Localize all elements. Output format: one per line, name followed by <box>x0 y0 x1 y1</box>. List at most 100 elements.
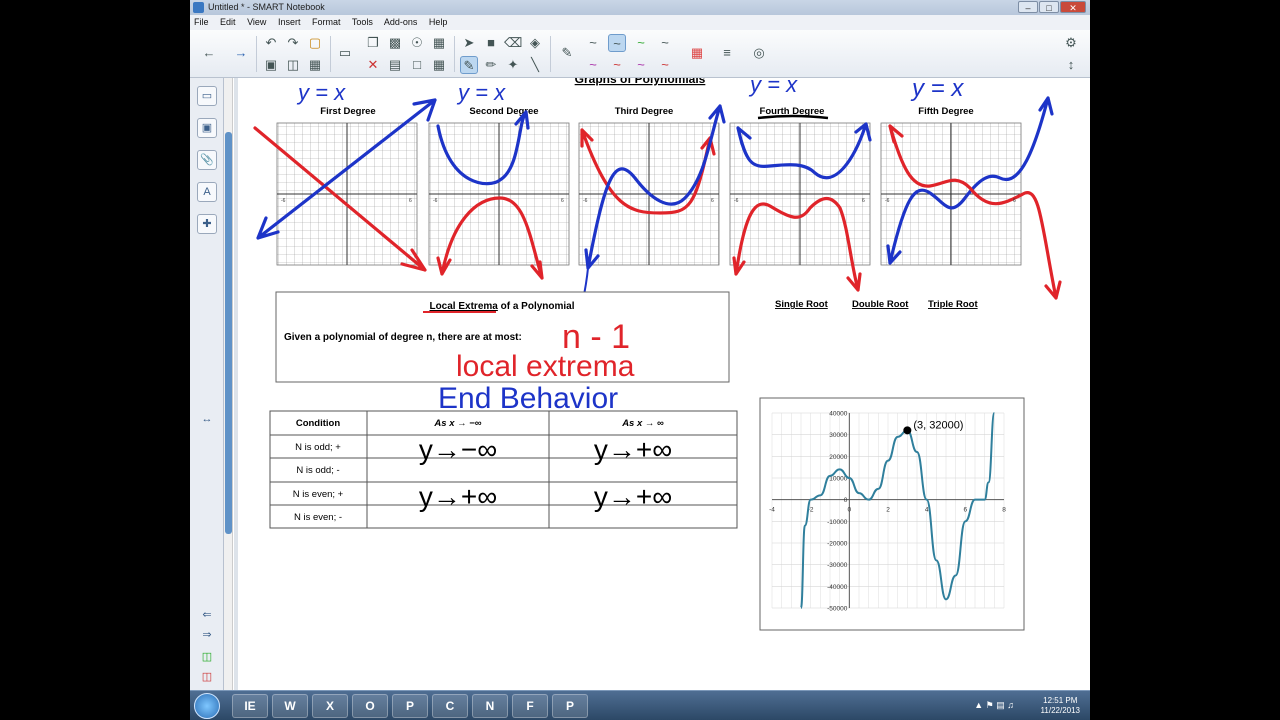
pen-style-2-icon[interactable]: ~ <box>608 34 626 52</box>
taskbar-app-printer[interactable]: P <box>552 694 588 718</box>
handwritten-y-eq-x-2: y = x <box>456 80 506 105</box>
taskbar-app-outlook[interactable]: O <box>352 694 388 718</box>
creative-pen-icon[interactable]: ✏ <box>482 56 500 74</box>
menu-addons[interactable]: Add-ons <box>384 17 418 27</box>
row-condition: N is even; - <box>294 512 342 523</box>
add-page-icon[interactable]: ◫ <box>284 56 302 74</box>
toolbar-move-icon[interactable]: ↕ <box>1062 56 1080 74</box>
pen-style-6-icon[interactable]: ~ <box>608 56 626 74</box>
taskbar-app-chrome[interactable]: C <box>432 694 468 718</box>
tick-right: 6 <box>711 198 714 204</box>
clock[interactable]: 12:51 PM 11/22/2013 <box>1041 696 1080 716</box>
label-first-degree: First Degree <box>320 106 375 117</box>
forward-arrow-icon[interactable]: → <box>232 44 250 62</box>
grid-icon[interactable]: ▦ <box>430 56 448 74</box>
toolbar: ← → ↶ ↷ ▢ ▣ ◫ ▦ ▭ ❐ ▩ ☉ ▦ ✕ ▤ □ ▦ ➤ ■ ⌫ … <box>190 30 1090 78</box>
properties-icon[interactable]: ▤ <box>386 56 404 74</box>
pen-style-7-icon[interactable]: ~ <box>632 56 650 74</box>
maximize-button[interactable]: □ <box>1039 1 1059 13</box>
chart-y-tick-label: 0 <box>844 497 848 504</box>
table-icon[interactable]: ▦ <box>430 34 448 52</box>
redo-icon[interactable]: ↷ <box>284 34 302 52</box>
menu-view[interactable]: View <box>247 17 266 27</box>
taskbar-app-powerpoint[interactable]: P <box>392 694 428 718</box>
svg-text:Local Extrema of a Polynomial: Local Extrema of a Polynomial <box>429 301 574 312</box>
fullscreen-icon[interactable]: □ <box>408 56 426 74</box>
pen-style-3-icon[interactable]: ~ <box>632 34 650 52</box>
pen-icon[interactable]: ✎ <box>460 56 478 74</box>
tick-right: 6 <box>1013 198 1016 204</box>
label-triple-root: Triple Root <box>928 299 978 310</box>
magic-pen-icon[interactable]: ✦ <box>504 56 522 74</box>
start-button[interactable] <box>194 693 220 719</box>
capture-icon[interactable]: ☉ <box>408 34 426 52</box>
clock-date: 11/22/2013 <box>1040 706 1080 715</box>
copy-icon[interactable]: ❐ <box>364 34 382 52</box>
eraser-icon[interactable]: ⌫ <box>504 34 522 52</box>
extrema-heading-underlined: Local Extrema <box>429 301 498 312</box>
chart-x-tick-label: 4 <box>925 507 929 514</box>
back-arrow-icon[interactable]: ← <box>200 44 218 62</box>
menu-tools[interactable]: Tools <box>352 17 373 27</box>
minimize-button[interactable]: – <box>1018 1 1038 13</box>
header-condition: Condition <box>296 418 341 429</box>
line-width-icon[interactable]: ≡ <box>718 44 736 62</box>
menu-format[interactable]: Format <box>312 17 341 27</box>
shapes-icon[interactable]: ■ <box>482 34 500 52</box>
paste-icon[interactable]: ▦ <box>306 56 324 74</box>
chart-x-tick-label: 0 <box>848 507 852 514</box>
pen-style-1-icon[interactable]: ~ <box>584 34 602 52</box>
tick-left: -6 <box>734 198 739 204</box>
fill-effects-icon[interactable]: ◎ <box>750 44 768 62</box>
tick-right: 6 <box>862 198 865 204</box>
pen-style-8-icon[interactable]: ~ <box>656 56 674 74</box>
chart-y-tick-label: -50000 <box>827 606 848 613</box>
taskbar-app-excel[interactable]: X <box>312 694 348 718</box>
menu-help[interactable]: Help <box>429 17 448 27</box>
taskbar-app-notebook[interactable]: N <box>472 694 508 718</box>
system-tray[interactable]: ▲ ⚑ ▤ ♫ <box>974 700 1014 711</box>
handwritten-y-eq-x-4: y = x <box>910 78 964 102</box>
undo-icon[interactable]: ↶ <box>262 34 280 52</box>
settings-gear-icon[interactable]: ⚙ <box>1062 34 1080 52</box>
display-icon[interactable]: ▭ <box>336 44 354 62</box>
header-pos-inf: As x → ∞ <box>621 418 664 429</box>
extrema-heading-rest: of a Polynomial <box>498 301 575 312</box>
label-third-degree: Third Degree <box>615 106 674 117</box>
tick-left: -6 <box>433 198 438 204</box>
color-palette-icon[interactable]: ▦ <box>688 44 706 62</box>
header-neg-inf: As x → −∞ <box>433 418 481 429</box>
tick-right: 6 <box>561 198 564 204</box>
close-button[interactable]: ✕ <box>1060 1 1086 13</box>
window-title: Untitled * - SMART Notebook <box>208 2 325 12</box>
taskbar: IE W X O P C N F P ▲ ⚑ ▤ ♫ 12:51 PM 11/2… <box>190 690 1090 720</box>
open-folder-icon[interactable]: ▢ <box>306 34 324 52</box>
menu-file[interactable]: File <box>194 17 209 27</box>
clock-time: 12:51 PM <box>1043 696 1078 705</box>
taskbar-app-word[interactable]: W <box>272 694 308 718</box>
pen-style-4-icon[interactable]: ~ <box>656 34 674 52</box>
menu-bar: File Edit View Insert Format Tools Add-o… <box>190 15 1090 30</box>
title-bar: Untitled * - SMART Notebook – □ ✕ <box>190 0 1090 15</box>
pen-style-5-icon[interactable]: ~ <box>584 56 602 74</box>
row-condition: N is odd; + <box>295 442 341 453</box>
save-icon[interactable]: ▣ <box>262 56 280 74</box>
menu-insert[interactable]: Insert <box>278 17 301 27</box>
row-condition: N is odd; - <box>296 465 339 476</box>
taskbar-app-explorer[interactable]: IE <box>232 694 268 718</box>
label-single-root: Single Root <box>775 299 829 310</box>
select-pointer-icon[interactable]: ➤ <box>460 34 478 52</box>
menu-edit[interactable]: Edit <box>220 17 236 27</box>
chart-y-tick-label: 40000 <box>829 411 847 418</box>
chart-y-tick-label: -20000 <box>827 541 848 548</box>
taskbar-app-files[interactable]: F <box>512 694 548 718</box>
cell-odd-plus-left: y→−∞ <box>419 434 497 465</box>
cell-odd-plus-right: y→+∞ <box>594 434 672 465</box>
pencil-icon[interactable]: ✎ <box>558 44 576 62</box>
chart-y-tick-label: 20000 <box>829 454 847 461</box>
fill-icon[interactable]: ◈ <box>526 34 544 52</box>
lines-icon[interactable]: ╲ <box>526 56 544 74</box>
delete-icon[interactable]: ✕ <box>364 56 382 74</box>
screen-shade-icon[interactable]: ▩ <box>386 34 404 52</box>
tick-left: -6 <box>583 198 588 204</box>
